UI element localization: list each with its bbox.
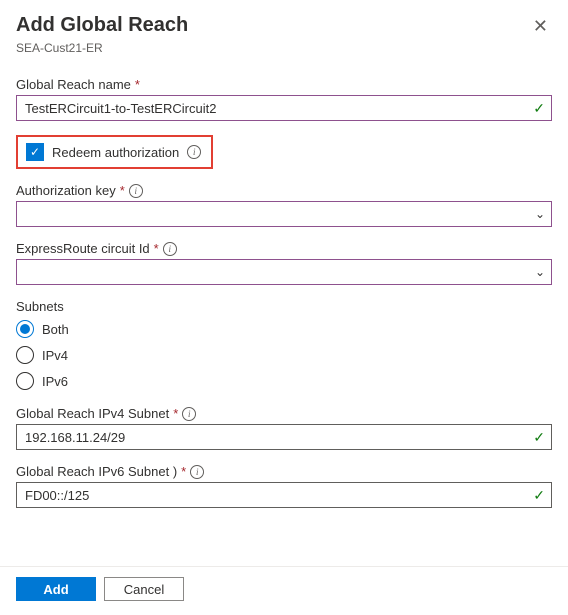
panel-subtitle: SEA-Cust21-ER xyxy=(16,41,552,55)
validation-check-icon: ✓ xyxy=(533,100,545,117)
auth-key-label: Authorization key xyxy=(16,183,116,198)
ipv6-subnet-input[interactable] xyxy=(25,488,533,503)
subnets-label: Subnets xyxy=(16,299,552,314)
circuit-id-input[interactable] xyxy=(25,265,535,280)
radio-ipv4[interactable]: IPv4 xyxy=(16,346,552,364)
panel-title: Add Global Reach xyxy=(16,14,188,37)
name-input[interactable] xyxy=(25,101,533,116)
circuit-id-label: ExpressRoute circuit Id xyxy=(16,241,150,256)
radio-label-both: Both xyxy=(42,322,69,337)
ipv4-subnet-label: Global Reach IPv4 Subnet xyxy=(16,406,169,421)
auth-key-input[interactable] xyxy=(25,207,535,222)
ipv4-subnet-input[interactable] xyxy=(25,430,533,445)
validation-check-icon: ✓ xyxy=(533,487,545,504)
radio-label-ipv4: IPv4 xyxy=(42,348,68,363)
name-input-wrap[interactable]: ✓ xyxy=(16,95,552,121)
name-label: Global Reach name xyxy=(16,77,131,92)
validation-check-icon: ✓ xyxy=(533,429,545,446)
circuit-id-input-wrap[interactable]: ⌄ xyxy=(16,259,552,285)
info-icon[interactable]: i xyxy=(129,184,143,198)
required-star: * xyxy=(135,77,140,92)
auth-key-input-wrap[interactable]: ⌄ xyxy=(16,201,552,227)
add-button[interactable]: Add xyxy=(16,577,96,601)
radio-circle[interactable] xyxy=(16,372,34,390)
required-star: * xyxy=(154,241,159,256)
redeem-authorization-highlight: ✓ Redeem authorization i xyxy=(16,135,213,169)
radio-circle[interactable] xyxy=(16,346,34,364)
required-star: * xyxy=(173,406,178,421)
checkbox-check-icon: ✓ xyxy=(30,145,40,159)
info-icon[interactable]: i xyxy=(163,242,177,256)
info-icon[interactable]: i xyxy=(190,465,204,479)
redeem-checkbox[interactable]: ✓ xyxy=(26,143,44,161)
footer: Add Cancel xyxy=(0,566,568,615)
required-star: * xyxy=(181,464,186,479)
ipv4-subnet-input-wrap[interactable]: ✓ xyxy=(16,424,552,450)
ipv6-subnet-input-wrap[interactable]: ✓ xyxy=(16,482,552,508)
info-icon[interactable]: i xyxy=(182,407,196,421)
redeem-label: Redeem authorization xyxy=(52,145,179,160)
close-icon[interactable]: ✕ xyxy=(529,14,552,39)
chevron-down-icon[interactable]: ⌄ xyxy=(535,207,545,221)
radio-label-ipv6: IPv6 xyxy=(42,374,68,389)
radio-ipv6[interactable]: IPv6 xyxy=(16,372,552,390)
chevron-down-icon[interactable]: ⌄ xyxy=(535,265,545,279)
required-star: * xyxy=(120,183,125,198)
ipv6-subnet-label: Global Reach IPv6 Subnet ) xyxy=(16,464,177,479)
radio-both[interactable]: Both xyxy=(16,320,552,338)
radio-circle[interactable] xyxy=(16,320,34,338)
cancel-button[interactable]: Cancel xyxy=(104,577,184,601)
info-icon[interactable]: i xyxy=(187,145,201,159)
